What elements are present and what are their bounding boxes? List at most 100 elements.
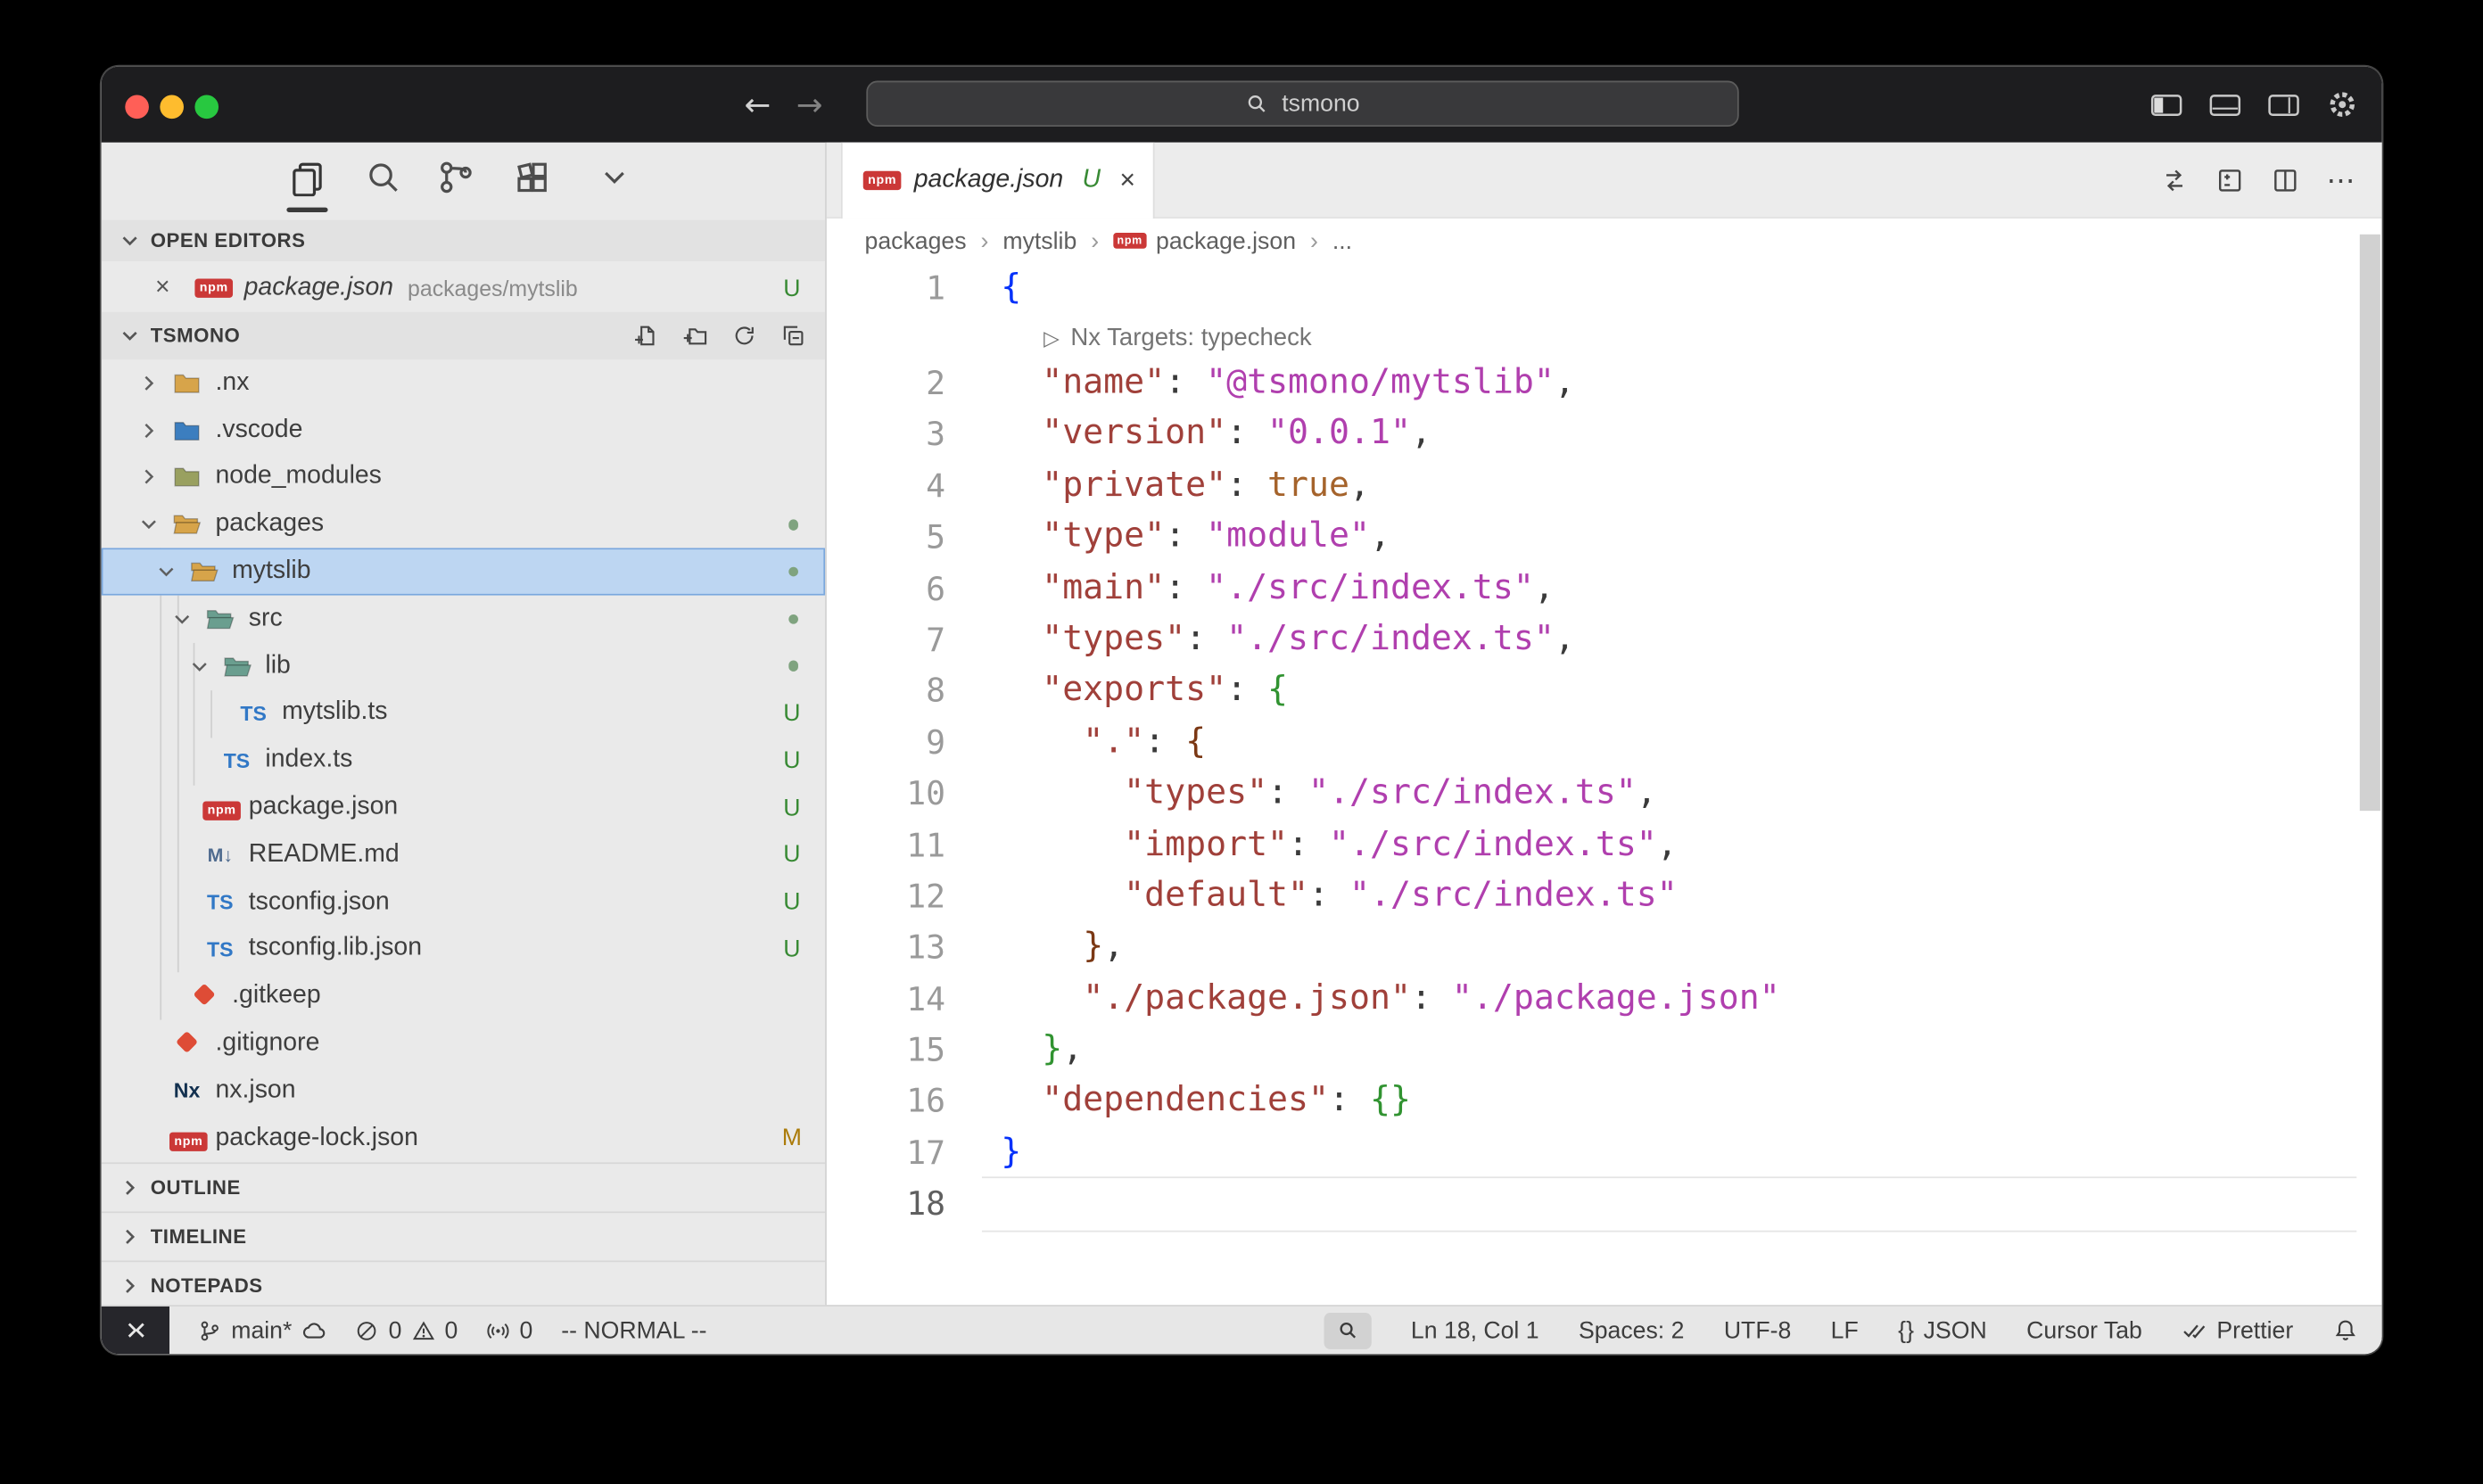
tree-item-label: src [249, 605, 283, 633]
tree-item-lib[interactable]: lib [102, 643, 825, 690]
tree-item-src[interactable]: src [102, 596, 825, 643]
tree-item-package-json[interactable]: npmpackage.jsonU [102, 784, 825, 831]
toggle-primary-sidebar-icon[interactable] [2150, 91, 2182, 118]
code-line-16[interactable]: 16 "dependencies": {} [827, 1076, 2356, 1128]
project-section-header[interactable]: TSMONO [102, 312, 825, 359]
breadcrumb-packages[interactable]: packages [865, 227, 967, 254]
tree-item-tsconfig-json[interactable]: TStsconfig.jsonU [102, 878, 825, 926]
settings-gear-icon[interactable] [2327, 88, 2359, 120]
refresh-explorer-button[interactable] [731, 323, 756, 348]
toggle-secondary-sidebar-icon[interactable] [2268, 91, 2300, 118]
folder-icon [169, 465, 204, 490]
ports-status[interactable]: 0 [486, 1316, 532, 1343]
code-line-11[interactable]: 11 "import": "./src/index.ts", [827, 820, 2356, 871]
tree-item-tsconfig-lib-json[interactable]: TStsconfig.lib.jsonU [102, 926, 825, 973]
code-line-5[interactable]: 5 "type": "module", [827, 512, 2356, 564]
source-control-tab[interactable] [435, 157, 476, 198]
branch-name: main* [231, 1316, 292, 1343]
code-line-6[interactable]: 6 "main": "./src/index.ts", [827, 563, 2356, 614]
remote-indicator[interactable] [102, 1307, 169, 1354]
close-icon[interactable]: × [155, 274, 180, 302]
navigate-forward-button[interactable]: → [796, 86, 823, 124]
code-line-14[interactable]: 14 "./package.json": "./package.json" [827, 973, 2356, 1025]
code-line-8[interactable]: 8 "exports": { [827, 665, 2356, 717]
editor-scrollbar[interactable] [2360, 235, 2380, 811]
code-line-15[interactable]: 15 }, [827, 1025, 2356, 1076]
tree-item-gitignore[interactable]: .gitignore [102, 1020, 825, 1068]
outline-section-header[interactable]: OUTLINE [102, 1162, 825, 1211]
indentation-status[interactable]: Spaces: 2 [1579, 1316, 1684, 1343]
problems-status[interactable]: 0 0 [355, 1316, 458, 1343]
code-line-18[interactable]: 18 [827, 1179, 2356, 1231]
code-line-13[interactable]: 13 }, [827, 922, 2356, 974]
open-editor-item[interactable]: × npm package.json packages/mytslib U [102, 266, 825, 310]
folder-icon [169, 370, 204, 395]
code-line-3[interactable]: 3 "version": "0.0.1", [827, 409, 2356, 461]
more-actions-icon[interactable]: ⋯ [2327, 164, 2357, 197]
explorer-tab[interactable] [286, 157, 327, 198]
tree-item-mytslib[interactable]: mytslib [102, 548, 825, 596]
eol-status[interactable]: LF [1831, 1316, 1859, 1343]
navigate-back-button[interactable]: ← [745, 86, 771, 124]
tree-item-nx[interactable]: .nx [102, 359, 825, 407]
command-center-search[interactable]: tsmono [866, 81, 1738, 127]
tree-item-mytslib-ts[interactable]: TSmytslib.tsU [102, 689, 825, 737]
breadcrumb: packages›mytslib›npmpackage.json›... [827, 218, 2382, 263]
tree-item-gitkeep[interactable]: .gitkeep [102, 973, 825, 1020]
code-line-17[interactable]: 17} [827, 1127, 2356, 1179]
tab-label: package.json [914, 166, 1063, 194]
tree-item-nx-json[interactable]: Nxnx.json [102, 1068, 825, 1115]
open-changes-icon[interactable] [2215, 166, 2244, 194]
code-line-7[interactable]: 7 "types": "./src/index.ts", [827, 614, 2356, 666]
notepads-section-header[interactable]: NOTEPADS [102, 1260, 825, 1309]
tree-item-node-modules[interactable]: node_modules [102, 454, 825, 501]
tree-item-index-ts[interactable]: TSindex.tsU [102, 737, 825, 784]
cursor-tab-status[interactable]: Cursor Tab [2026, 1316, 2142, 1343]
split-editor-icon[interactable] [2271, 166, 2299, 194]
tree-item-label: .gitignore [215, 1029, 319, 1058]
zoom-indicator[interactable] [1324, 1312, 1371, 1348]
code-line-1[interactable]: 1{ [827, 263, 2356, 315]
tree-item-label: lib [265, 652, 290, 680]
git-branch-status[interactable]: main* [198, 1316, 326, 1343]
code-line-9[interactable]: 9 ".": { [827, 717, 2356, 769]
breadcrumb-more[interactable]: ... [1332, 227, 1352, 254]
minimize-button[interactable] [160, 95, 184, 119]
breadcrumb-package-json[interactable]: npmpackage.json [1113, 227, 1296, 254]
tree-item-vscode[interactable]: .vscode [102, 407, 825, 454]
collapse-folders-button[interactable] [780, 323, 805, 348]
search-tab[interactable] [363, 157, 404, 198]
close-tab-icon[interactable]: × [1119, 165, 1135, 197]
code-line-2[interactable]: 2 "name": "@tsmono/mytslib", [827, 358, 2356, 409]
compare-changes-icon[interactable] [2160, 166, 2189, 194]
codelens-nx-targets[interactable]: ▷Nx Targets: typecheck [1044, 326, 1311, 352]
cursor-position-status[interactable]: Ln 18, Col 1 [1411, 1316, 1539, 1343]
tree-item-label: node_modules [215, 463, 381, 491]
line-number: 12 [827, 870, 945, 922]
breadcrumb-mytslib[interactable]: mytslib [1002, 227, 1077, 254]
code-line-12[interactable]: 12 "default": "./src/index.ts" [827, 870, 2356, 922]
code-text: "import": "./src/index.ts", [1001, 820, 1678, 871]
extensions-tab[interactable] [512, 157, 553, 198]
new-file-button[interactable] [633, 323, 658, 348]
code-line-10[interactable]: 10 "types": "./src/index.ts", [827, 768, 2356, 820]
tree-item-packages[interactable]: packages [102, 501, 825, 548]
language-mode-status[interactable]: {}JSON [1898, 1316, 1987, 1343]
tree-item-package-lock-json[interactable]: npmpackage-lock.jsonM [102, 1115, 825, 1162]
zoom-button[interactable] [194, 95, 219, 119]
more-views-chevron-icon[interactable] [594, 157, 635, 198]
toggle-panel-icon[interactable] [2209, 91, 2241, 118]
tree-item-readme-md[interactable]: M↓README.mdU [102, 831, 825, 878]
formatter-status[interactable]: Prettier [2182, 1316, 2293, 1343]
timeline-section-header[interactable]: TIMELINE [102, 1211, 825, 1260]
new-folder-button[interactable] [682, 323, 707, 348]
open-editors-label: OPEN EDITORS [151, 229, 306, 251]
encoding-status[interactable]: UTF-8 [1724, 1316, 1791, 1343]
code-text: { [1001, 263, 1021, 315]
close-button[interactable] [125, 95, 149, 119]
notifications-bell-icon[interactable] [2333, 1317, 2358, 1342]
open-editors-header[interactable]: OPEN EDITORS [102, 220, 825, 261]
code-line-4[interactable]: 4 "private": true, [827, 460, 2356, 512]
tab-package-json[interactable]: npm package.json U × [841, 143, 1155, 218]
chevron-down-icon [161, 609, 202, 628]
